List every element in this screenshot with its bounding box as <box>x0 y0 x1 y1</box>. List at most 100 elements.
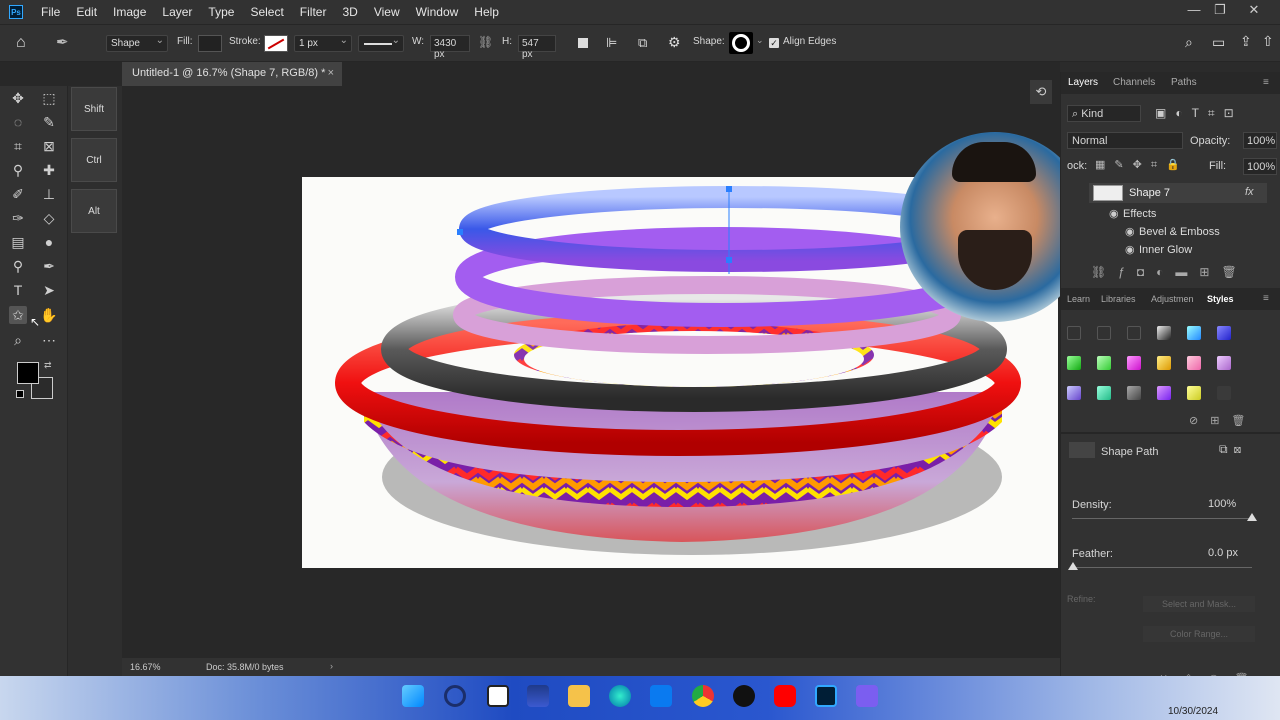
feather-slider[interactable] <box>1072 567 1252 568</box>
path-operations-icon[interactable] <box>578 38 588 48</box>
file-explorer-icon[interactable] <box>568 685 590 707</box>
layer-actions-icons[interactable]: ⛓ƒ◘◐▬⊞🗑 <box>1091 265 1249 279</box>
eraser-tool-icon[interactable]: ◇ <box>40 209 58 227</box>
shift-key-button[interactable]: Shift <box>71 87 117 131</box>
menu-3d[interactable]: 3D <box>334 0 365 24</box>
layer-filter-select[interactable]: ⌕ Kind <box>1067 105 1141 122</box>
width-field[interactable]: 3430 px <box>430 35 470 60</box>
path-alignment-icon[interactable]: ⊫ <box>606 35 617 51</box>
style-swatch[interactable] <box>1187 356 1201 370</box>
pen-tool-preset-icon[interactable]: ✒ <box>56 33 69 51</box>
restore-icon[interactable]: ❐ <box>1204 0 1236 22</box>
feather-field[interactable]: 0.0 px <box>1205 545 1259 561</box>
stroke-width-field[interactable]: 1 px <box>294 35 352 52</box>
healing-brush-tool-icon[interactable]: ✚ <box>40 161 58 179</box>
foreground-color-swatch[interactable] <box>17 362 39 384</box>
marquee-tool-icon[interactable]: ⬚ <box>40 89 58 107</box>
blur-tool-icon[interactable]: ● <box>40 233 58 251</box>
taskbar-date[interactable]: 10/30/2024 <box>1168 706 1218 717</box>
chevron-right-icon[interactable]: › <box>330 661 333 671</box>
more-tools-icon[interactable]: ⋯ <box>40 331 58 349</box>
path-arrangement-icon[interactable]: ⧉ <box>638 35 647 51</box>
gear-icon[interactable]: ⚙ <box>668 34 681 51</box>
frame-tool-icon[interactable]: ⊠ <box>40 137 58 155</box>
menu-select[interactable]: Select <box>242 0 291 24</box>
tab-paths[interactable]: Paths <box>1171 72 1197 94</box>
hand-tool-icon[interactable]: ✋ <box>40 306 58 324</box>
feather-slider-handle[interactable] <box>1068 562 1078 570</box>
tab-adjustments[interactable]: Adjustmen <box>1151 288 1194 310</box>
close-icon[interactable]: ✕ <box>1238 0 1270 22</box>
tab-styles[interactable]: Styles <box>1207 288 1234 310</box>
style-swatch[interactable] <box>1217 356 1231 370</box>
style-swatch[interactable] <box>1157 326 1171 340</box>
custom-shape-tool-icon[interactable]: ✩ <box>9 306 27 324</box>
crop-tool-icon[interactable]: ⌗ <box>9 137 27 155</box>
chevron-down-icon[interactable]: ⌄ <box>756 35 764 46</box>
effect-bevel-emboss[interactable]: Bevel & Emboss <box>1139 226 1220 238</box>
ctrl-key-button[interactable]: Ctrl <box>71 138 117 182</box>
recorder-icon[interactable] <box>856 685 878 707</box>
layer-filter-icons[interactable]: ▣◐T⌗⊡ <box>1155 106 1243 121</box>
widgets-icon[interactable] <box>527 685 549 707</box>
stroke-swatch[interactable] <box>264 35 288 52</box>
style-swatch[interactable] <box>1127 356 1141 370</box>
mask-icons[interactable]: ⧉⊠ <box>1219 442 1247 457</box>
stroke-type-select[interactable] <box>358 35 404 52</box>
tab-learn[interactable]: Learn <box>1067 288 1090 310</box>
fill-swatch[interactable] <box>198 35 222 52</box>
style-swatch[interactable] <box>1187 326 1201 340</box>
style-swatch[interactable] <box>1217 326 1231 340</box>
chrome-icon[interactable] <box>692 685 714 707</box>
stamp-tool-icon[interactable]: ⊥ <box>40 185 58 203</box>
effect-inner-glow[interactable]: Inner Glow <box>1139 244 1192 256</box>
tool-mode-select[interactable]: Shape <box>106 35 168 52</box>
styles-actions-icons[interactable]: ⊘⊞🗑 <box>1189 414 1257 427</box>
style-swatch[interactable] <box>1157 386 1171 400</box>
panel-menu-icon[interactable]: ≡ <box>1263 288 1269 310</box>
menu-file[interactable]: File <box>33 0 68 24</box>
density-slider-handle[interactable] <box>1247 513 1257 521</box>
link-icon[interactable]: ⛓ <box>478 35 493 49</box>
photoshop-taskbar-icon[interactable] <box>815 685 837 707</box>
search-icon[interactable]: ⌕ <box>1185 34 1193 51</box>
home-icon[interactable]: ⌂ <box>16 34 26 52</box>
windows-start-icon[interactable] <box>402 685 424 707</box>
menu-layer[interactable]: Layer <box>154 0 200 24</box>
menu-image[interactable]: Image <box>105 0 154 24</box>
alt-key-button[interactable]: Alt <box>71 189 117 233</box>
youtube-icon[interactable] <box>774 685 796 707</box>
share-icon-2[interactable]: ⇧ <box>1262 33 1274 50</box>
workspace-icon[interactable]: ▭ <box>1212 34 1225 51</box>
fill-field[interactable]: 100% <box>1243 158 1277 175</box>
close-tab-icon[interactable]: × <box>328 62 334 84</box>
edge-icon[interactable] <box>609 685 631 707</box>
history-brush-tool-icon[interactable]: ✑ <box>9 209 27 227</box>
style-swatch[interactable] <box>1157 356 1171 370</box>
zoom-level[interactable]: 16.67% <box>130 662 161 672</box>
style-swatch[interactable] <box>1127 326 1141 340</box>
style-swatch[interactable] <box>1067 386 1081 400</box>
fx-icon[interactable]: fx <box>1245 186 1254 198</box>
dodge-tool-icon[interactable]: ⚲ <box>9 257 27 275</box>
tab-layers[interactable]: Layers <box>1068 72 1098 94</box>
opacity-field[interactable]: 100% <box>1243 132 1277 149</box>
move-tool-icon[interactable]: ✥ <box>9 89 27 107</box>
blend-mode-select[interactable]: Normal <box>1067 132 1183 149</box>
menu-edit[interactable]: Edit <box>68 0 105 24</box>
default-colors-icon[interactable] <box>16 390 24 398</box>
style-swatch[interactable] <box>1097 356 1111 370</box>
document-tab[interactable]: Untitled-1 @ 16.7% (Shape 7, RGB/8) * × <box>122 62 342 86</box>
menu-filter[interactable]: Filter <box>292 0 335 24</box>
density-field[interactable]: 100% <box>1205 496 1259 512</box>
brush-tool-icon[interactable]: ✐ <box>9 185 27 203</box>
eye-icon[interactable]: ◉ <box>1125 225 1135 238</box>
tab-channels[interactable]: Channels <box>1113 72 1155 94</box>
lasso-tool-icon[interactable]: ◌ <box>9 113 27 131</box>
menu-type[interactable]: Type <box>200 0 242 24</box>
quick-select-tool-icon[interactable]: ✎ <box>40 113 58 131</box>
menu-help[interactable]: Help <box>466 0 507 24</box>
properties-panel-icon[interactable]: ⟲ <box>1030 80 1052 104</box>
style-swatch[interactable] <box>1067 356 1081 370</box>
menu-view[interactable]: View <box>366 0 408 24</box>
